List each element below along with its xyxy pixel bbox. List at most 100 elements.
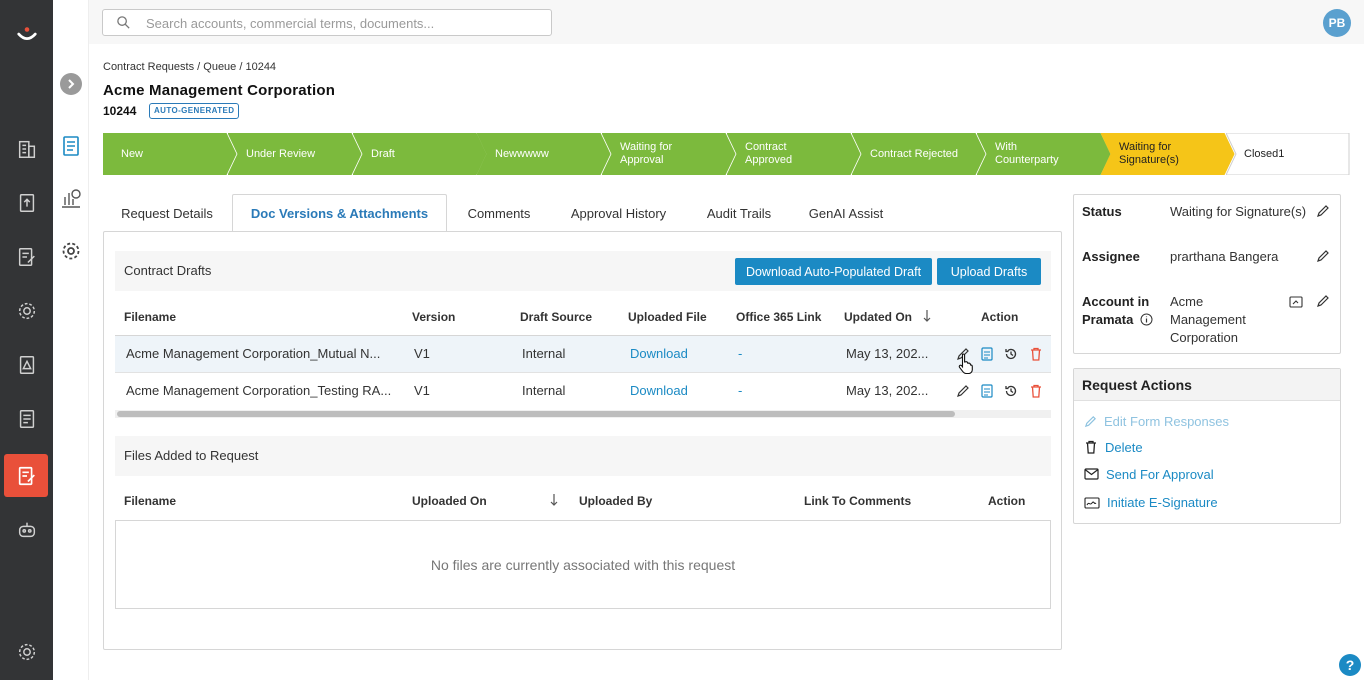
- upload-document-icon[interactable]: [14, 190, 39, 215]
- open-account-icon[interactable]: [1289, 295, 1303, 309]
- account-link-line1[interactable]: Acme: [1170, 293, 1203, 311]
- edit-document-icon[interactable]: [14, 244, 39, 269]
- version-history-icon[interactable]: [1003, 383, 1019, 399]
- workflow-stage-label: Newwwww: [495, 133, 549, 175]
- version-history-icon[interactable]: [1003, 346, 1019, 362]
- search-input[interactable]: [146, 14, 536, 32]
- expand-chevron-icon[interactable]: [60, 73, 82, 95]
- col-uploaded-on[interactable]: Uploaded On: [412, 494, 487, 508]
- table-row[interactable]: Acme Management Corporation_Mutual N... …: [115, 336, 1051, 374]
- tab-doc-versions[interactable]: Doc Versions & Attachments: [232, 194, 447, 232]
- draft-filename: Acme Management Corporation_Testing RA..…: [126, 383, 392, 398]
- delete-action[interactable]: Delete: [1084, 437, 1143, 457]
- col-draft-source[interactable]: Draft Source: [520, 310, 592, 324]
- alert-document-icon[interactable]: [14, 352, 39, 377]
- edit-assignee-pencil-icon[interactable]: [1316, 249, 1330, 263]
- tab-audit-trails[interactable]: Audit Trails: [693, 194, 785, 232]
- breadcrumb[interactable]: Contract Requests / Queue / 10244: [103, 61, 276, 73]
- workflow-stage[interactable]: Draft: [353, 133, 487, 175]
- col-office365-link[interactable]: Office 365 Link: [736, 310, 821, 324]
- admin-settings-icon[interactable]: [14, 639, 39, 664]
- delete-trash-icon[interactable]: [1028, 346, 1044, 362]
- analytics-chart-icon[interactable]: [60, 187, 82, 209]
- workflow-stage[interactable]: Contract Approved: [727, 133, 861, 175]
- col-link-to-comments[interactable]: Link To Comments: [804, 494, 911, 508]
- workflow-stages: New Under Review Draft Newwwww Waiting for Ap…: [103, 133, 1351, 175]
- draft-version: V1: [414, 346, 430, 361]
- workflow-stage[interactable]: Closed1: [1226, 133, 1351, 175]
- view-document-icon[interactable]: [979, 383, 995, 399]
- contract-drafts-header: Contract Drafts Download Auto-Populated …: [115, 251, 1051, 291]
- envelope-icon: [1084, 468, 1099, 480]
- table-row[interactable]: Acme Management Corporation_Testing RA..…: [115, 373, 1051, 410]
- draft-download-link[interactable]: Download: [630, 383, 688, 398]
- table-scrollbar-track[interactable]: [115, 410, 1051, 418]
- download-auto-populated-draft-button[interactable]: Download Auto-Populated Draft: [735, 258, 932, 285]
- col-action: Action: [988, 494, 1026, 508]
- workflow-stage[interactable]: Waiting for Approval: [602, 133, 736, 175]
- initiate-esignature-label: Initiate E-Signature: [1107, 494, 1218, 510]
- workflow-stage[interactable]: Waiting for Signature(s): [1101, 133, 1235, 175]
- sort-down-icon[interactable]: [549, 493, 559, 507]
- global-search[interactable]: [102, 9, 552, 36]
- accounts-building-icon[interactable]: [14, 136, 39, 161]
- workflow-stage-label: Waiting for Signature(s): [1119, 133, 1179, 175]
- stage-label-line: With: [995, 141, 1017, 153]
- sort-down-icon[interactable]: [922, 309, 932, 323]
- edit-form-responses-action[interactable]: Edit Form Responses: [1084, 411, 1229, 431]
- col-updated-on[interactable]: Updated On: [844, 310, 912, 324]
- bot-assistant-icon[interactable]: [14, 517, 39, 542]
- tab-genai-assist[interactable]: GenAI Assist: [797, 194, 895, 232]
- account-link-line3[interactable]: Corporation: [1170, 329, 1238, 347]
- edit-status-pencil-icon[interactable]: [1316, 204, 1330, 218]
- report-document-icon[interactable]: [14, 406, 39, 431]
- assignee-value: prarthana Bangera: [1170, 249, 1279, 264]
- edit-form-responses-label: Edit Form Responses: [1104, 413, 1229, 429]
- empty-message: No files are currently associated with t…: [430, 556, 736, 573]
- page-title: Acme Management Corporation: [103, 82, 336, 99]
- table-scrollbar-thumb[interactable]: [117, 411, 955, 417]
- settings-cog-icon[interactable]: [14, 298, 39, 323]
- draft-filename: Acme Management Corporation_Mutual N...: [126, 346, 381, 361]
- draft-office365-link: -: [738, 383, 743, 398]
- user-avatar[interactable]: PB: [1323, 9, 1351, 37]
- workflow-stage[interactable]: With Counterparty: [977, 133, 1111, 175]
- view-document-icon[interactable]: [979, 346, 995, 362]
- workflow-stage[interactable]: Newwwww: [477, 133, 611, 175]
- tab-request-details[interactable]: Request Details: [103, 194, 231, 232]
- workflow-stage[interactable]: New: [103, 133, 237, 175]
- col-uploaded-file[interactable]: Uploaded File: [628, 310, 707, 324]
- col-version[interactable]: Version: [412, 310, 455, 324]
- hand-cursor-icon: [958, 353, 973, 374]
- info-circle-icon[interactable]: [1140, 313, 1153, 326]
- top-bar: PB: [89, 0, 1364, 44]
- tab-comments[interactable]: Comments: [453, 194, 545, 232]
- col-uploaded-by[interactable]: Uploaded By: [579, 494, 652, 508]
- workflow-stage[interactable]: Contract Rejected: [852, 133, 986, 175]
- tab-approval-history[interactable]: Approval History: [555, 194, 682, 232]
- delete-trash-icon[interactable]: [1028, 383, 1044, 399]
- account-link-line2[interactable]: Management: [1170, 311, 1246, 329]
- app-logo-icon[interactable]: [14, 22, 39, 47]
- help-button[interactable]: ?: [1339, 654, 1361, 676]
- upload-drafts-button[interactable]: Upload Drafts: [937, 258, 1041, 285]
- initiate-esignature-action[interactable]: Initiate E-Signature: [1084, 492, 1218, 512]
- workflow-stage[interactable]: Under Review: [228, 133, 362, 175]
- request-info-card: Status Waiting for Signature(s) Assignee…: [1073, 194, 1341, 354]
- send-for-approval-action[interactable]: Send For Approval: [1084, 464, 1214, 484]
- search-icon: [117, 16, 130, 29]
- draft-download-link[interactable]: Download: [630, 346, 688, 361]
- stage-label-line: Approved: [745, 154, 793, 166]
- col-filename[interactable]: Filename: [124, 494, 176, 508]
- stage-label-line: Waiting for: [620, 141, 673, 153]
- stage-label-line: Draft: [371, 147, 395, 160]
- edit-account-pencil-icon[interactable]: [1316, 294, 1330, 308]
- edit-pencil-icon[interactable]: [955, 383, 971, 399]
- request-id: 10244: [103, 104, 137, 118]
- configuration-gear-icon[interactable]: [60, 240, 82, 262]
- requests-document-icon[interactable]: [60, 135, 82, 157]
- workflow-stage-label: Under Review: [246, 133, 315, 175]
- status-label: Status: [1082, 204, 1122, 219]
- col-filename[interactable]: Filename: [124, 310, 176, 324]
- contract-request-icon[interactable]: [14, 463, 39, 488]
